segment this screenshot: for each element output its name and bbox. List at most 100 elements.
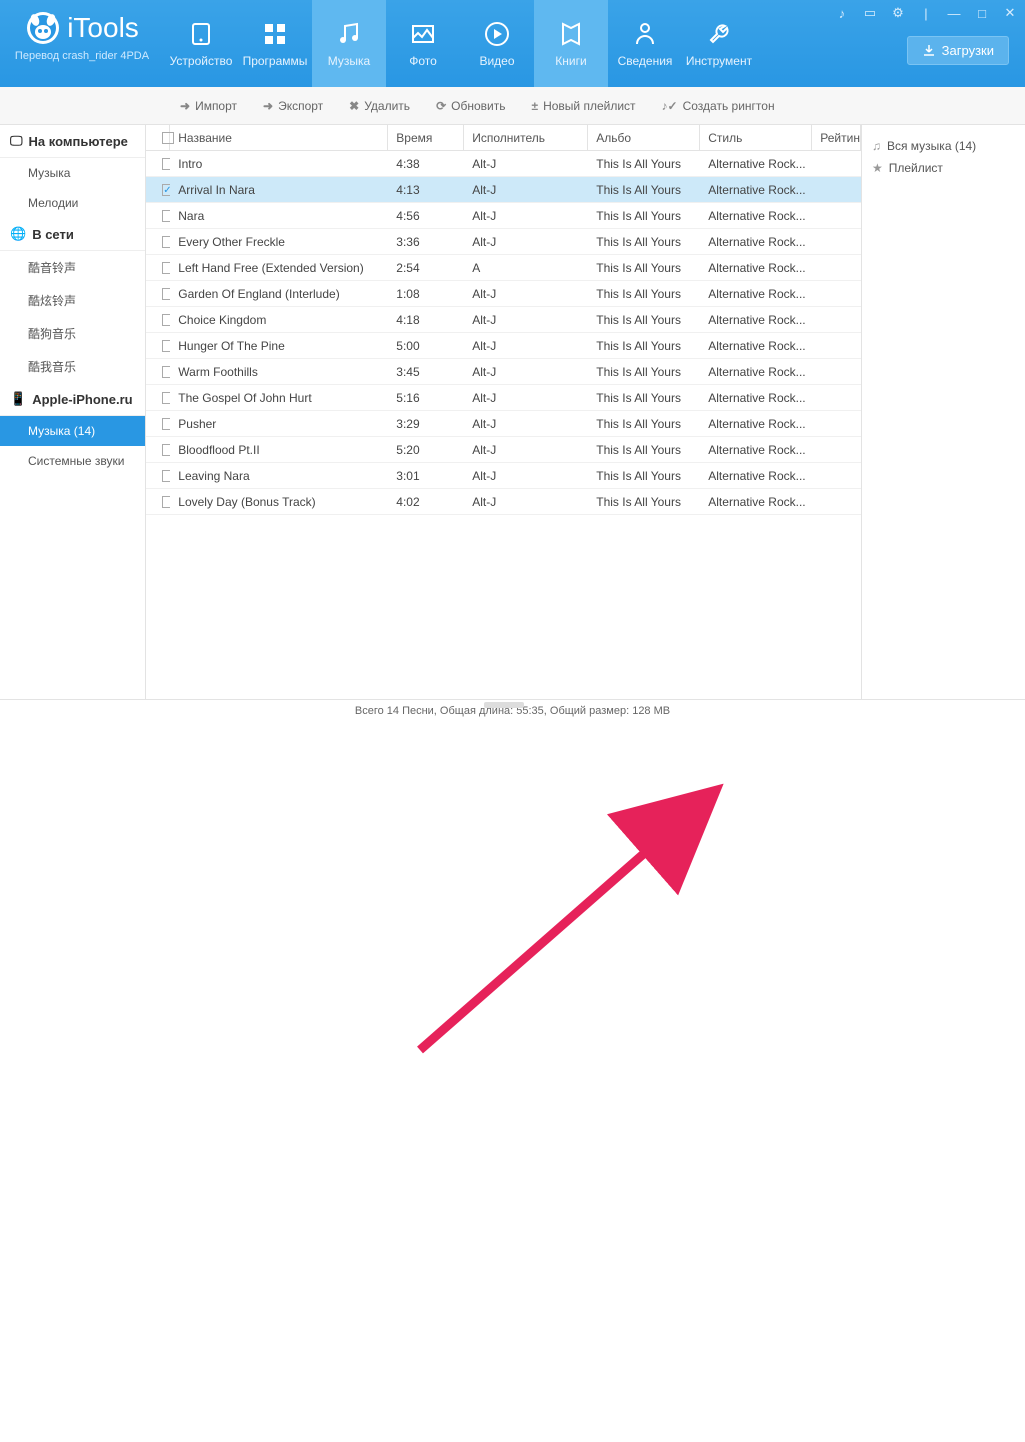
row-checkbox[interactable]	[146, 158, 170, 170]
cell-name: Bloodflood Pt.II	[170, 443, 388, 457]
nav-tools[interactable]: Инструмент	[682, 0, 756, 87]
cell-artist: Alt-J	[464, 209, 588, 223]
table-row[interactable]: Hunger Of The Pine 5:00 Alt-J This Is Al…	[146, 333, 861, 359]
col-checkbox[interactable]	[146, 125, 170, 150]
sidebar-item[interactable]: Системные звуки	[0, 446, 145, 476]
row-checkbox[interactable]	[146, 262, 170, 274]
cell-name: Hunger Of The Pine	[170, 339, 388, 353]
row-checkbox[interactable]	[146, 444, 170, 456]
table-row[interactable]: Warm Foothills 3:45 Alt-J This Is All Yo…	[146, 359, 861, 385]
col-time[interactable]: Время	[388, 125, 464, 150]
right-sidebar-item[interactable]: ♫Вся музыка (14)	[870, 135, 1017, 157]
app-subtitle: Перевод crash_rider 4PDA	[15, 50, 149, 62]
row-checkbox[interactable]	[146, 210, 170, 222]
settings-icon[interactable]: ⚙	[889, 4, 907, 22]
row-checkbox[interactable]	[146, 470, 170, 482]
row-checkbox[interactable]	[146, 236, 170, 248]
star-icon: ★	[872, 161, 883, 175]
info-icon	[631, 20, 659, 48]
nav-books[interactable]: Книги	[534, 0, 608, 87]
cell-style: Alternative Rock...	[700, 469, 812, 483]
nav-video[interactable]: Видео	[460, 0, 534, 87]
maximize-button[interactable]: □	[973, 4, 991, 22]
right-sidebar-item[interactable]: ★Плейлист	[870, 157, 1017, 179]
row-checkbox[interactable]	[146, 496, 170, 508]
sidebar-section[interactable]: 🖵На компьютере	[0, 125, 145, 158]
sidebar-item[interactable]: 酷狗音乐	[0, 317, 145, 350]
row-checkbox[interactable]	[146, 288, 170, 300]
table-row[interactable]: The Gospel Of John Hurt 5:16 Alt-J This …	[146, 385, 861, 411]
table-row[interactable]: Bloodflood Pt.II 5:20 Alt-J This Is All …	[146, 437, 861, 463]
row-checkbox[interactable]	[146, 366, 170, 378]
tool-refresh[interactable]: ⟳Обновить	[426, 95, 515, 117]
sidebar-item[interactable]: 酷我音乐	[0, 350, 145, 383]
tool-export[interactable]: ➜Экспорт	[253, 95, 333, 117]
close-button[interactable]: ✕	[1001, 4, 1019, 22]
horizontal-scrollbar[interactable]	[168, 702, 839, 710]
table-row[interactable]: Arrival In Nara 4:13 Alt-J This Is All Y…	[146, 177, 861, 203]
table-row[interactable]: Pusher 3:29 Alt-J This Is All Yours Alte…	[146, 411, 861, 437]
table-row[interactable]: Lovely Day (Bonus Track) 4:02 Alt-J This…	[146, 489, 861, 515]
cell-time: 4:18	[388, 313, 464, 327]
downloads-button[interactable]: Загрузки	[907, 36, 1009, 65]
tool-newlist[interactable]: ±Новый плейлист	[521, 95, 645, 117]
sidebar-section[interactable]: 🌐В сети	[0, 218, 145, 251]
cell-artist: Alt-J	[464, 157, 588, 171]
cell-style: Alternative Rock...	[700, 339, 812, 353]
cell-time: 4:38	[388, 157, 464, 171]
row-checkbox[interactable]	[146, 418, 170, 430]
export-icon: ➜	[263, 99, 273, 113]
table-row[interactable]: Nara 4:56 Alt-J This Is All Yours Altern…	[146, 203, 861, 229]
row-checkbox[interactable]	[146, 392, 170, 404]
table-row[interactable]: Leaving Nara 3:01 Alt-J This Is All Your…	[146, 463, 861, 489]
tool-delete[interactable]: ✖Удалить	[339, 95, 420, 117]
tool-import[interactable]: ➜Импорт	[170, 95, 247, 117]
cell-time: 3:29	[388, 417, 464, 431]
cell-name: Intro	[170, 157, 388, 171]
cell-name: Every Other Freckle	[170, 235, 388, 249]
tool-ringtone[interactable]: ♪✓Создать рингтон	[652, 95, 785, 117]
cell-album: This Is All Yours	[588, 469, 700, 483]
table-row[interactable]: Left Hand Free (Extended Version) 2:54 A…	[146, 255, 861, 281]
sidebar-item[interactable]: Музыка	[0, 158, 145, 188]
col-name[interactable]: Название	[170, 125, 388, 150]
col-artist[interactable]: Исполнитель	[464, 125, 588, 150]
cell-style: Alternative Rock...	[700, 443, 812, 457]
sidebar-item[interactable]: 酷炫铃声	[0, 284, 145, 317]
table-row[interactable]: Every Other Freckle 3:36 Alt-J This Is A…	[146, 229, 861, 255]
cell-artist: Alt-J	[464, 391, 588, 405]
sidebar-item[interactable]: 酷音铃声	[0, 251, 145, 284]
app-logo-icon	[25, 10, 61, 46]
sidebar-item[interactable]: Мелодии	[0, 188, 145, 218]
screen-icon[interactable]: ▭	[861, 4, 879, 22]
row-checkbox[interactable]	[146, 340, 170, 352]
nav-device[interactable]: Устройство	[164, 0, 238, 87]
music-tray-icon[interactable]: ♪	[833, 4, 851, 22]
row-checkbox[interactable]	[146, 184, 170, 196]
cell-artist: Alt-J	[464, 313, 588, 327]
cell-style: Alternative Rock...	[700, 183, 812, 197]
nav-info[interactable]: Сведения	[608, 0, 682, 87]
col-rating[interactable]: Рейтин	[812, 125, 861, 150]
cell-album: This Is All Yours	[588, 313, 700, 327]
nav-music[interactable]: Музыка	[312, 0, 386, 87]
table-row[interactable]: Intro 4:38 Alt-J This Is All Yours Alter…	[146, 151, 861, 177]
table-row[interactable]: Choice Kingdom 4:18 Alt-J This Is All Yo…	[146, 307, 861, 333]
nav-apps[interactable]: Программы	[238, 0, 312, 87]
cell-album: This Is All Yours	[588, 365, 700, 379]
sidebar-section[interactable]: 📱Apple-iPhone.ru	[0, 383, 145, 416]
cell-name: Choice Kingdom	[170, 313, 388, 327]
cell-style: Alternative Rock...	[700, 157, 812, 171]
row-checkbox[interactable]	[146, 314, 170, 326]
col-album[interactable]: Альбо	[588, 125, 700, 150]
minimize-button[interactable]: —	[945, 4, 963, 22]
table-row[interactable]: Garden Of England (Interlude) 1:08 Alt-J…	[146, 281, 861, 307]
sidebar-item[interactable]: Музыка (14)	[0, 416, 145, 446]
col-style[interactable]: Стиль	[700, 125, 812, 150]
annotation-arrow	[0, 721, 1025, 1442]
table-header: Название Время Исполнитель Альбо Стиль Р…	[146, 125, 861, 151]
app-title: iTools	[67, 12, 139, 44]
nav-photo[interactable]: Фото	[386, 0, 460, 87]
window-controls: ♪ ▭ ⚙ | — □ ✕	[833, 4, 1019, 22]
cell-time: 5:00	[388, 339, 464, 353]
